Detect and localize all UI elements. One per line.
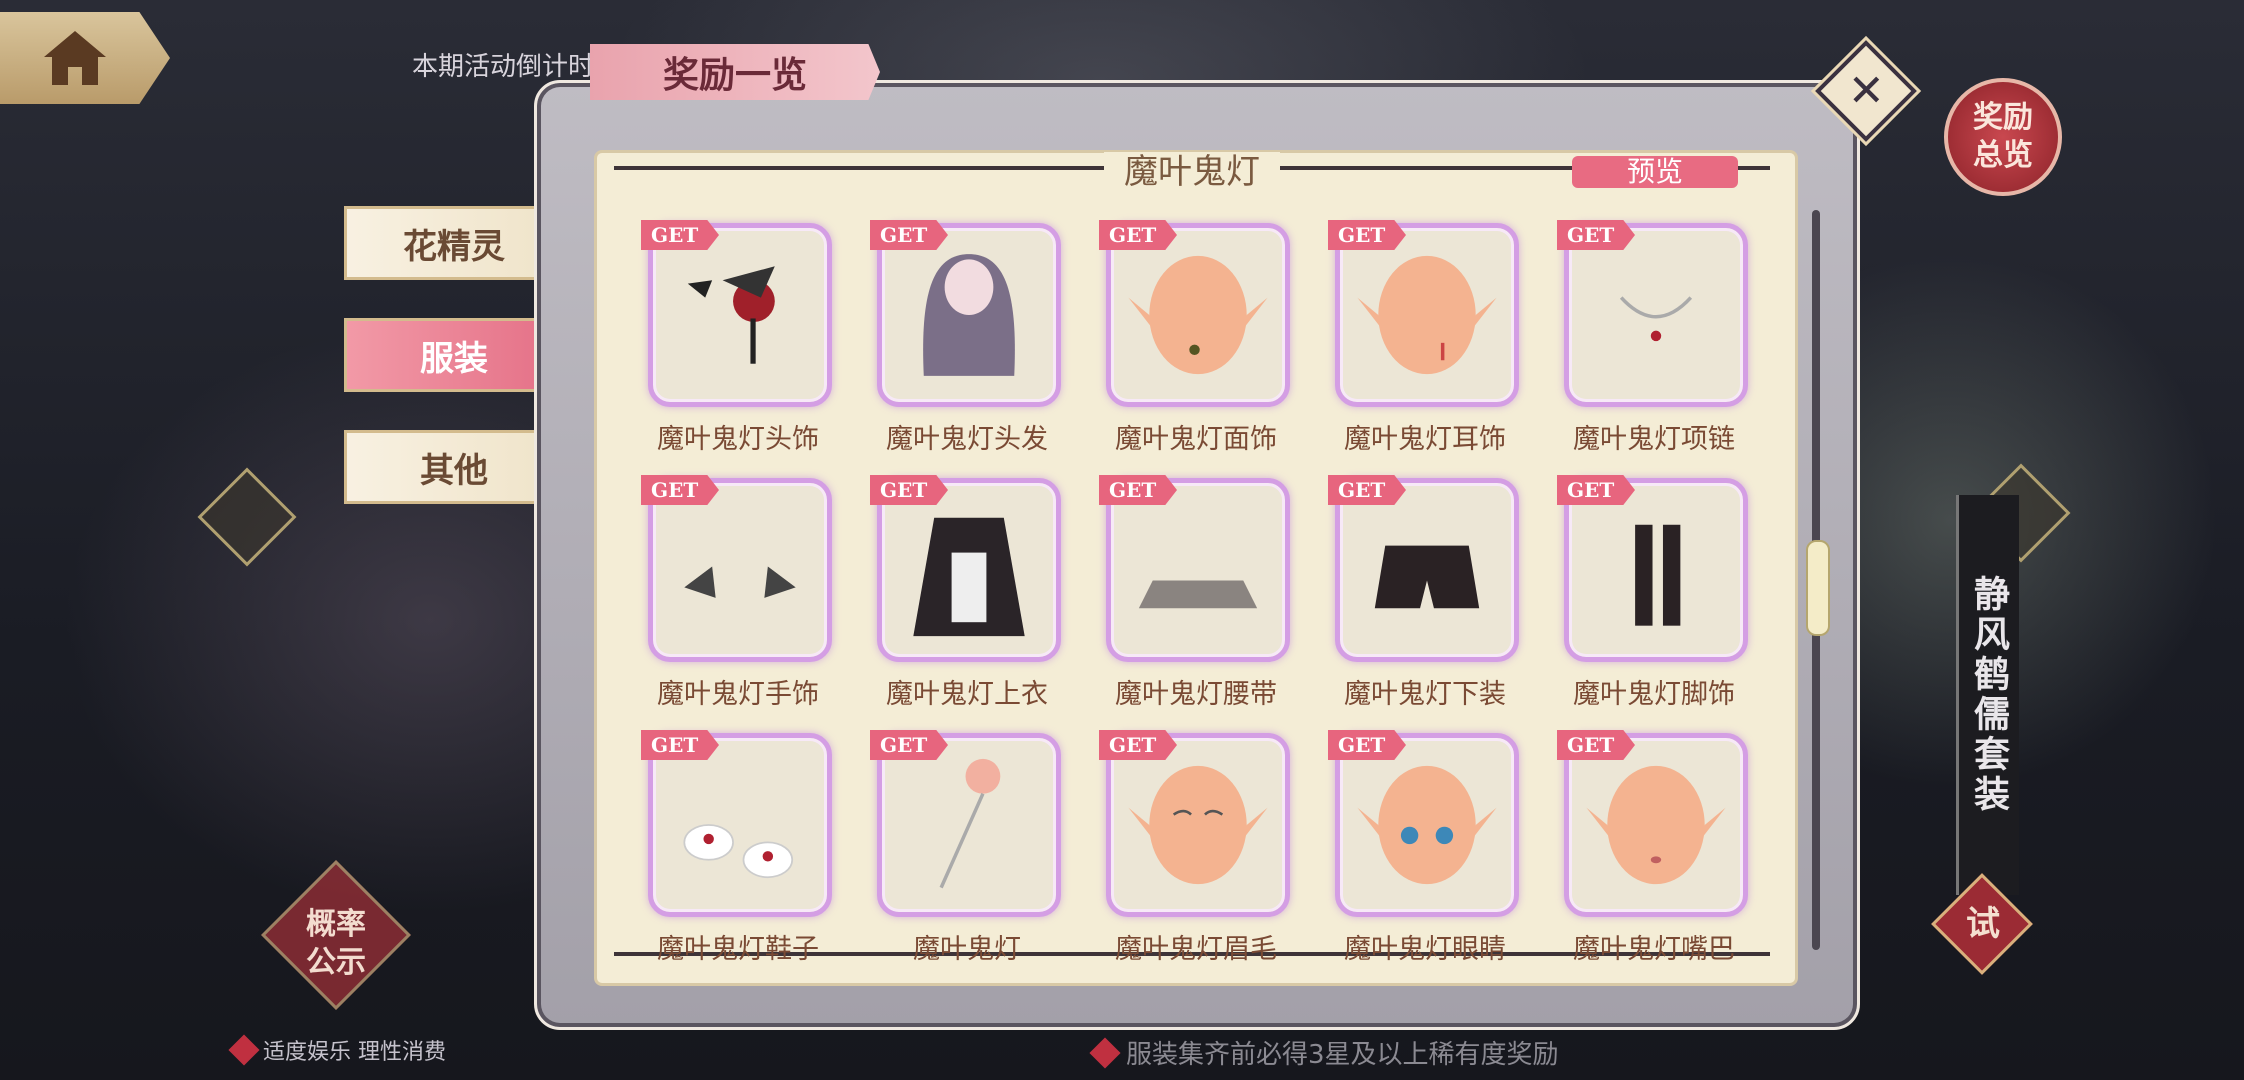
- item-frame[interactable]: GET: [870, 730, 1061, 917]
- get-badge: GET: [1328, 730, 1406, 760]
- item-frame[interactable]: GET: [1099, 220, 1290, 407]
- reward-item[interactable]: GET 魔叶鬼灯项链: [1557, 220, 1748, 456]
- item-frame[interactable]: GET: [1557, 220, 1748, 407]
- item-frame[interactable]: GET: [870, 475, 1061, 662]
- item-name: 魔叶鬼灯面饰: [1115, 424, 1277, 455]
- set-name-banner[interactable]: 静风鹤儒套装: [1956, 495, 2019, 895]
- close-icon: ✕: [1847, 65, 1885, 116]
- try-on-label: 试: [1966, 904, 2000, 944]
- get-badge: GET: [1099, 730, 1177, 760]
- get-badge: GET: [1328, 220, 1406, 250]
- get-badge: GET: [641, 730, 719, 760]
- reward-item[interactable]: GET 魔叶鬼灯面饰: [1099, 220, 1290, 456]
- tab-other[interactable]: 其他: [344, 430, 564, 504]
- item-frame[interactable]: GET: [1328, 220, 1519, 407]
- get-badge: GET: [641, 220, 719, 250]
- reward-item[interactable]: GET 魔叶鬼灯鞋子: [641, 730, 832, 966]
- item-frame[interactable]: GET: [1328, 475, 1519, 662]
- reward-item[interactable]: GET 魔叶鬼灯腰带: [1099, 475, 1290, 711]
- guarantee-note: 服装集齐前必得3星及以上稀有度奖励: [1089, 1034, 1559, 1071]
- item-name: 魔叶鬼灯眼睛: [1344, 934, 1506, 965]
- reward-item[interactable]: GET 魔叶鬼灯脚饰: [1557, 475, 1748, 711]
- item-name: 魔叶鬼灯项链: [1573, 424, 1735, 455]
- item-frame[interactable]: GET: [641, 220, 832, 407]
- item-frame[interactable]: GET: [1557, 475, 1748, 662]
- reward-overview-label: 奖励总览: [1973, 100, 2033, 173]
- scrollbar-thumb[interactable]: [1806, 540, 1830, 636]
- tab-clothing[interactable]: 服装: [344, 318, 564, 392]
- home-icon: [44, 31, 106, 85]
- item-frame[interactable]: GET: [1099, 475, 1290, 662]
- get-badge: GET: [870, 220, 948, 250]
- reward-item[interactable]: GET 魔叶鬼灯下装: [1328, 475, 1519, 711]
- item-name: 魔叶鬼灯耳饰: [1344, 424, 1506, 455]
- probability-label: 概率公示: [306, 907, 366, 980]
- reward-overview-button[interactable]: 奖励总览: [1944, 78, 2062, 196]
- item-name: 魔叶鬼灯头发: [886, 424, 1048, 455]
- item-name: 魔叶鬼灯嘴巴: [1573, 934, 1735, 965]
- home-button[interactable]: [0, 12, 170, 104]
- reward-item[interactable]: GET 魔叶鬼灯眉毛: [1099, 730, 1290, 966]
- event-countdown: 本期活动倒计时5: [412, 46, 611, 83]
- guarantee-text: 服装集齐前必得3星及以上稀有度奖励: [1126, 1040, 1559, 1070]
- item-frame[interactable]: GET: [1099, 730, 1290, 917]
- get-badge: GET: [641, 475, 719, 505]
- item-name: 魔叶鬼灯眉毛: [1115, 934, 1277, 965]
- get-badge: GET: [870, 730, 948, 760]
- reward-item[interactable]: GET 魔叶鬼灯上衣: [870, 475, 1061, 711]
- item-name: 魔叶鬼灯鞋子: [657, 934, 819, 965]
- tab-flower-spirit[interactable]: 花精灵: [344, 206, 564, 280]
- item-frame[interactable]: GET: [1328, 730, 1519, 917]
- get-badge: GET: [1557, 730, 1635, 760]
- section-preview-button[interactable]: 预览: [1572, 156, 1738, 188]
- get-badge: GET: [1557, 220, 1635, 250]
- item-name: 魔叶鬼灯: [913, 934, 1021, 965]
- warning-icon: [1089, 1036, 1121, 1069]
- item-name: 魔叶鬼灯下装: [1344, 679, 1506, 710]
- get-badge: GET: [870, 475, 948, 505]
- item-name: 魔叶鬼灯头饰: [657, 424, 819, 455]
- warning-icon: [228, 1034, 260, 1066]
- item-frame[interactable]: GET: [641, 475, 832, 662]
- section-title-text: 魔叶鬼灯: [1104, 152, 1280, 192]
- item-name: 魔叶鬼灯腰带: [1115, 679, 1277, 710]
- item-frame[interactable]: GET: [1557, 730, 1748, 917]
- get-badge: GET: [1099, 475, 1177, 505]
- item-name: 魔叶鬼灯上衣: [886, 679, 1048, 710]
- item-name: 魔叶鬼灯手饰: [657, 679, 819, 710]
- reward-item[interactable]: GET 魔叶鬼灯: [870, 730, 1061, 966]
- get-badge: GET: [1557, 475, 1635, 505]
- reward-item[interactable]: GET 魔叶鬼灯头饰: [641, 220, 832, 456]
- dialog-title: 奖励一览: [590, 44, 880, 100]
- reward-item[interactable]: GET 魔叶鬼灯眼睛: [1328, 730, 1519, 966]
- item-frame[interactable]: GET: [870, 220, 1061, 407]
- warning-text: 适度娱乐 理性消费: [263, 1040, 446, 1065]
- reward-item[interactable]: GET 魔叶鬼灯头发: [870, 220, 1061, 456]
- countdown-label: 本期活动倒计时: [412, 52, 595, 82]
- item-frame[interactable]: GET: [641, 730, 832, 917]
- get-badge: GET: [1099, 220, 1177, 250]
- reward-item[interactable]: GET 魔叶鬼灯嘴巴: [1557, 730, 1748, 966]
- reward-item[interactable]: GET 魔叶鬼灯手饰: [641, 475, 832, 711]
- item-name: 魔叶鬼灯脚饰: [1573, 679, 1735, 710]
- moderation-warning: 适度娱乐 理性消费: [228, 1034, 446, 1066]
- get-badge: GET: [1328, 475, 1406, 505]
- reward-item[interactable]: GET 魔叶鬼灯耳饰: [1328, 220, 1519, 456]
